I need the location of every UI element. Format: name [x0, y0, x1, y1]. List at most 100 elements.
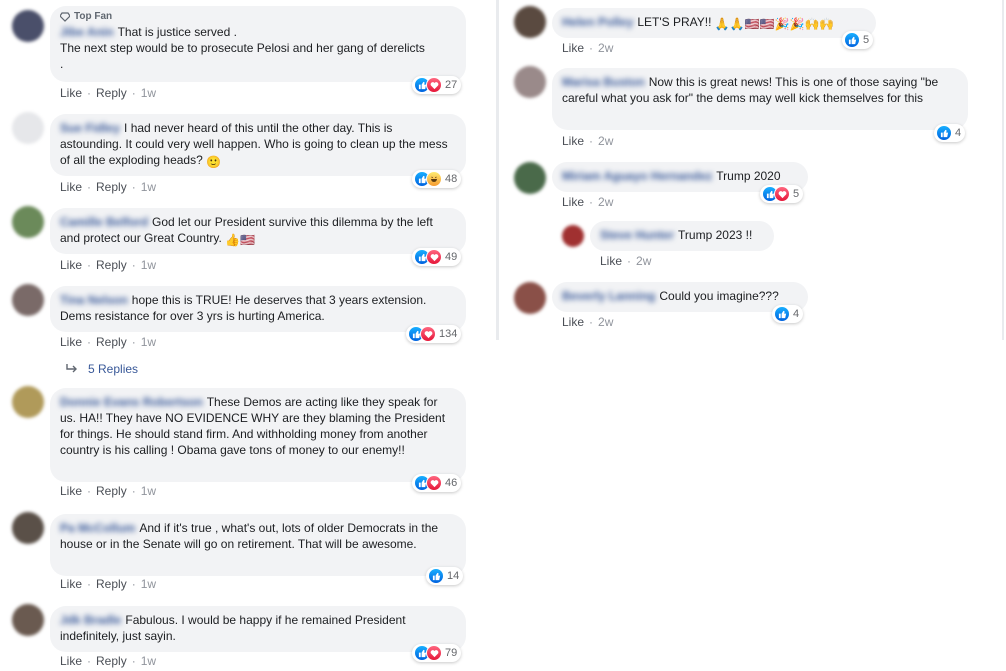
- love-icon: [774, 186, 790, 202]
- reactions-summary[interactable]: 5: [760, 185, 804, 203]
- avatar[interactable]: [12, 206, 44, 238]
- separator-dot: ·: [87, 484, 92, 498]
- reactions-summary[interactable]: 27: [412, 76, 462, 94]
- comment-bubble: Steve Hunter Trump 2023 !!: [590, 221, 774, 251]
- comment-timestamp[interactable]: 1w: [141, 86, 156, 100]
- comment-text: Trump 2020: [716, 169, 781, 183]
- comment-timestamp[interactable]: 2w: [636, 254, 651, 268]
- avatar[interactable]: [514, 66, 546, 98]
- separator-dot: ·: [87, 86, 92, 100]
- separator-dot: ·: [87, 577, 92, 591]
- reaction-count: 5: [793, 188, 800, 200]
- comment-timestamp[interactable]: 2w: [598, 41, 613, 55]
- reply-link[interactable]: Reply: [96, 180, 127, 194]
- reply-link[interactable]: Reply: [96, 86, 127, 100]
- reply-link[interactable]: Reply: [96, 484, 127, 498]
- reply-link[interactable]: Reply: [96, 258, 127, 272]
- comment-author[interactable]: Jdk Bradle: [60, 613, 121, 627]
- avatar[interactable]: [12, 284, 44, 316]
- reactions-summary[interactable]: 4: [772, 305, 804, 323]
- avatar[interactable]: [12, 112, 44, 144]
- comment-author[interactable]: Miriam Aguayo Hernandez: [562, 169, 712, 183]
- avatar[interactable]: [514, 162, 546, 194]
- emoji: 👍🇺🇸: [225, 233, 256, 247]
- comment-actions: Like · Reply · 1w: [60, 654, 156, 668]
- like-link[interactable]: Like: [562, 134, 584, 148]
- comment-actions: Like · Reply · 1w: [60, 577, 156, 591]
- reactions-summary[interactable]: 5: [842, 31, 874, 49]
- comment-author[interactable]: Jibe Anin: [60, 25, 114, 39]
- comment-timestamp[interactable]: 1w: [141, 654, 156, 668]
- reactions-summary[interactable]: 79: [412, 644, 462, 662]
- like-link[interactable]: Like: [60, 484, 82, 498]
- replies-label[interactable]: 5 Replies: [88, 362, 138, 376]
- avatar[interactable]: [514, 6, 546, 38]
- like-link[interactable]: Like: [60, 180, 82, 194]
- comment-timestamp[interactable]: 1w: [141, 180, 156, 194]
- like-link[interactable]: Like: [60, 335, 82, 349]
- reply-link[interactable]: Reply: [96, 335, 127, 349]
- comment-author[interactable]: Pa McCollum: [60, 521, 135, 535]
- comment-author[interactable]: Camille Belford: [60, 215, 148, 229]
- comment-actions: Like · 2w: [562, 41, 613, 55]
- reactions-summary[interactable]: 14: [426, 567, 464, 585]
- like-link[interactable]: Like: [562, 315, 584, 329]
- reaction-count: 134: [439, 328, 458, 340]
- like-link[interactable]: Like: [60, 258, 82, 272]
- avatar[interactable]: [562, 225, 584, 247]
- love-icon: [420, 326, 436, 342]
- left-comment-column: Top Fan Jibe Anin That is justice served …: [0, 0, 499, 671]
- comment-bubble: Pa McCollum And if it's true , what's out…: [50, 514, 466, 576]
- comment-author[interactable]: Steve Hunter: [600, 228, 674, 242]
- reply-link[interactable]: Reply: [96, 577, 127, 591]
- love-icon: [426, 249, 442, 265]
- comment-author[interactable]: Sue Fidley: [60, 121, 120, 135]
- separator-dot: ·: [87, 335, 92, 349]
- separator-dot: ·: [589, 195, 594, 209]
- like-link[interactable]: Like: [60, 654, 82, 668]
- comment-text: That is justice served . The next step w…: [60, 25, 425, 71]
- comment-author[interactable]: Beverly Lanning: [562, 289, 655, 303]
- like-link[interactable]: Like: [600, 254, 622, 268]
- separator-dot: ·: [589, 134, 594, 148]
- separator-dot: ·: [589, 315, 594, 329]
- comment-timestamp[interactable]: 1w: [141, 258, 156, 272]
- comment-timestamp[interactable]: 1w: [141, 577, 156, 591]
- reactions-summary[interactable]: 49: [412, 248, 462, 266]
- comment-author[interactable]: Helen Polley: [562, 15, 633, 29]
- reactions-summary[interactable]: 4: [934, 124, 966, 142]
- avatar[interactable]: [12, 10, 44, 42]
- comment-timestamp[interactable]: 1w: [141, 484, 156, 498]
- reactions-summary[interactable]: 134: [406, 325, 462, 343]
- comment-bubble: Jdk Bradle Fabulous. I would be happy if …: [50, 606, 466, 652]
- emoji: 🙂: [206, 155, 222, 169]
- reply-link[interactable]: Reply: [96, 654, 127, 668]
- like-link[interactable]: Like: [60, 86, 82, 100]
- diamond-icon: [60, 12, 70, 22]
- avatar[interactable]: [12, 386, 44, 418]
- reaction-count: 4: [793, 308, 800, 320]
- reaction-count: 4: [955, 127, 962, 139]
- view-replies-link[interactable]: 5 Replies: [66, 362, 138, 376]
- avatar[interactable]: [12, 512, 44, 544]
- avatar[interactable]: [514, 282, 546, 314]
- like-link[interactable]: Like: [562, 41, 584, 55]
- reactions-summary[interactable]: 48: [412, 170, 462, 188]
- comment-timestamp[interactable]: 1w: [141, 335, 156, 349]
- avatar[interactable]: [12, 604, 44, 636]
- comment-author[interactable]: Donnie Evans Robertson: [60, 395, 203, 409]
- comment-timestamp[interactable]: 2w: [598, 134, 613, 148]
- comment-author[interactable]: Marisa Buston: [562, 75, 645, 89]
- comment-timestamp[interactable]: 2w: [598, 195, 613, 209]
- like-link[interactable]: Like: [60, 577, 82, 591]
- comment-bubble: Marisa Buston Now this is great news! Thi…: [552, 68, 968, 130]
- comment-actions: Like · Reply · 1w: [60, 180, 156, 194]
- comment-timestamp[interactable]: 2w: [598, 315, 613, 329]
- like-link[interactable]: Like: [562, 195, 584, 209]
- like-icon: [844, 32, 860, 48]
- comment-text: Could you imagine???: [659, 289, 779, 303]
- reactions-summary[interactable]: 46: [412, 474, 462, 492]
- comment-actions: Like · 2w: [600, 254, 651, 268]
- separator-dot: ·: [131, 335, 136, 349]
- comment-author[interactable]: Tina Nelson: [60, 293, 128, 307]
